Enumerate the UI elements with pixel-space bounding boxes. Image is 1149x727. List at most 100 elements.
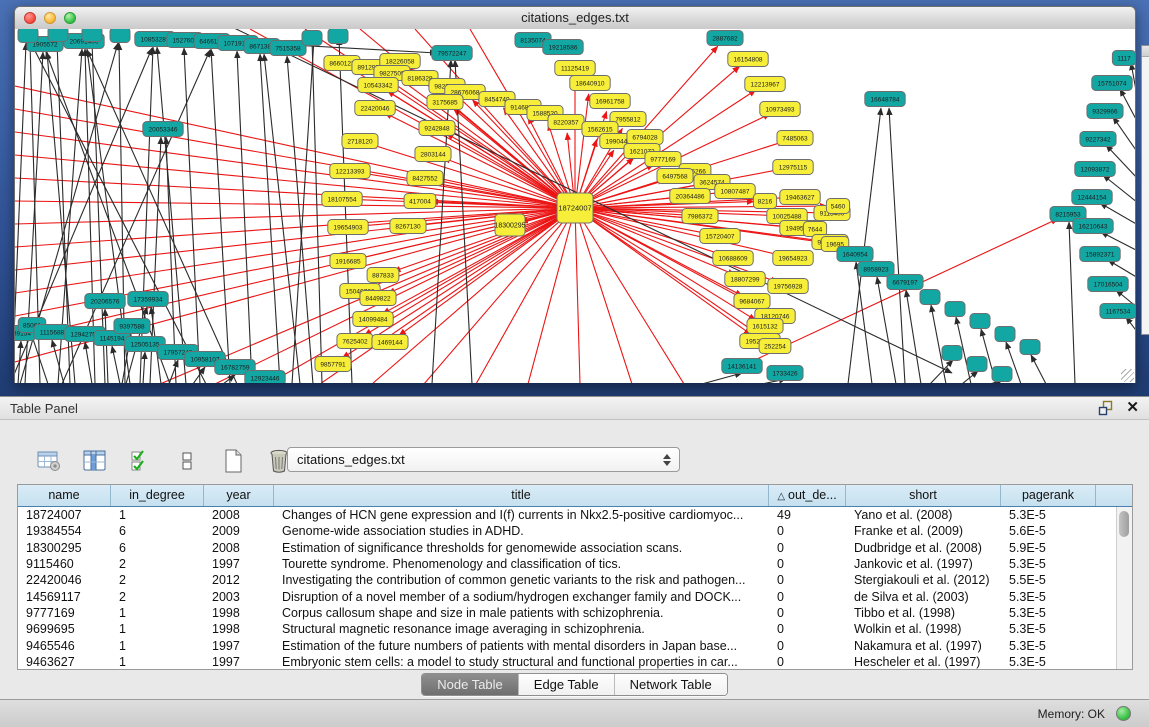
graph-node[interactable]: 1916685 (330, 254, 366, 269)
graph-node[interactable]: 15751074 (1092, 76, 1132, 91)
graph-node[interactable]: 18724007 (557, 193, 593, 223)
graph-node[interactable]: 19218586 (543, 40, 583, 55)
graph-node[interactable]: 8958923 (858, 262, 894, 277)
table-row[interactable]: 911546021997Tourette syndrome. Phenomeno… (18, 556, 1132, 572)
graph-node[interactable]: 12444154 (1072, 190, 1112, 205)
column-header-out_de[interactable]: △out_de... (769, 485, 846, 506)
graph-node[interactable]: 79572247 (432, 46, 472, 61)
graph-node[interactable]: 19463627 (780, 190, 820, 205)
graph-node[interactable]: 2887682 (707, 31, 743, 46)
graph-node[interactable]: 12093872 (1075, 162, 1115, 177)
graph-node[interactable] (920, 290, 940, 305)
graph-node[interactable]: 1469144 (372, 335, 408, 350)
tab-edge-table[interactable]: Edge Table (518, 674, 614, 695)
graph-node[interactable] (970, 314, 990, 329)
graph-node[interactable]: 8267130 (390, 219, 426, 234)
graph-node[interactable]: 5460 (826, 199, 849, 214)
column-header-name[interactable]: name (18, 485, 111, 506)
float-panel-icon[interactable] (1098, 400, 1114, 416)
graph-node[interactable]: 7625402 (337, 334, 373, 349)
new-document-icon[interactable] (220, 448, 246, 474)
vertical-scrollbar[interactable] (1116, 507, 1132, 669)
graph-node[interactable]: 6679197 (887, 275, 923, 290)
graph-node[interactable]: 12213393 (330, 164, 370, 179)
graph-node[interactable]: 14099484 (353, 312, 393, 327)
table-row[interactable]: 969969511998Structural magnetic resonanc… (18, 621, 1132, 637)
graph-node[interactable]: 15720407 (700, 229, 740, 244)
graph-node[interactable]: 6794028 (627, 130, 663, 145)
graph-node[interactable]: 19654903 (328, 220, 368, 235)
column-header-short[interactable]: short (846, 485, 1001, 506)
graph-node[interactable]: 887833 (367, 268, 399, 283)
graph-node[interactable]: 16154808 (728, 52, 768, 67)
column-header-pagerank[interactable]: pagerank (1001, 485, 1096, 506)
window-titlebar[interactable]: citations_edges.txt (15, 7, 1135, 30)
graph-node[interactable]: 1167534 (1100, 304, 1135, 319)
graph-node[interactable]: 9242848 (419, 121, 455, 136)
graph-node[interactable]: 20364486 (670, 189, 710, 204)
graph-node[interactable]: 9857791 (315, 357, 351, 372)
tab-network-table[interactable]: Network Table (614, 674, 727, 695)
graph-node[interactable] (48, 29, 68, 42)
graph-node[interactable]: 1117 (1112, 51, 1135, 66)
graph-node[interactable]: 22420046 (355, 101, 395, 116)
graph-node[interactable]: 10688609 (713, 251, 753, 266)
graph-node[interactable]: 15892371 (1080, 247, 1120, 262)
graph-node[interactable]: 2803144 (415, 147, 451, 162)
row-height-icon[interactable] (174, 448, 200, 474)
window-resize-handle[interactable] (1121, 369, 1134, 382)
table-row[interactable]: 977716911998Corpus callosum shape and si… (18, 605, 1132, 621)
graph-node[interactable]: 1615132 (747, 319, 783, 334)
tab-node-table[interactable]: Node Table (422, 674, 518, 695)
graph-node[interactable]: 8449822 (360, 291, 396, 306)
graph-node[interactable]: 11125419 (555, 61, 595, 76)
graph-node[interactable]: 1733426 (767, 366, 803, 381)
column-header-in_degree[interactable]: in_degree (111, 485, 204, 506)
graph-node[interactable]: 3175685 (427, 95, 463, 110)
graph-node[interactable]: 10807487 (715, 184, 755, 199)
graph-node[interactable]: 18107554 (322, 192, 362, 207)
graph-node[interactable] (995, 327, 1015, 342)
graph-node[interactable]: 20053346 (143, 122, 183, 137)
graph-node[interactable]: 9684067 (734, 294, 770, 309)
close-panel-icon[interactable]: ✕ (1126, 400, 1139, 416)
network-graph-canvas[interactable]: 1872400718300295866012389129541822605898… (15, 29, 1135, 383)
graph-node[interactable] (942, 346, 962, 361)
graph-node[interactable]: 12213967 (745, 77, 785, 92)
graph-node[interactable]: 12975115 (773, 160, 813, 175)
graph-node[interactable]: 18300295 (494, 214, 525, 236)
graph-node[interactable]: 9777169 (645, 152, 681, 167)
graph-node[interactable]: 18640910 (570, 76, 610, 91)
graph-node[interactable]: 8220357 (548, 115, 584, 130)
graph-node[interactable]: 18807299 (725, 272, 765, 287)
graph-node[interactable]: 10543342 (358, 78, 398, 93)
graph-node[interactable]: 20206576 (85, 294, 125, 309)
graph-node[interactable] (18, 29, 38, 43)
graph-node[interactable] (1020, 340, 1040, 355)
graph-node[interactable]: 19654923 (773, 251, 813, 266)
graph-node[interactable] (110, 29, 130, 43)
graph-node[interactable] (945, 302, 965, 317)
graph-node[interactable]: 7485063 (777, 131, 813, 146)
graph-node[interactable]: 14136141 (722, 359, 762, 374)
graph-node[interactable] (302, 31, 322, 46)
graph-node[interactable]: 10973493 (760, 102, 800, 117)
table-row[interactable]: 946554611997Estimation of the future num… (18, 637, 1132, 653)
graph-node[interactable]: 9397588 (114, 319, 150, 334)
table-row[interactable]: 946362711997Embryonic stem cells: a mode… (18, 654, 1132, 670)
graph-node[interactable]: 16210643 (1073, 219, 1113, 234)
graph-node[interactable] (82, 29, 102, 42)
show-columns-icon[interactable] (82, 448, 108, 474)
select-columns-icon[interactable] (128, 448, 154, 474)
minimize-window-button[interactable] (44, 12, 56, 24)
graph-node[interactable]: 9227342 (1080, 132, 1116, 147)
graph-node[interactable]: 6497568 (657, 169, 693, 184)
column-header-title[interactable]: title (274, 485, 769, 506)
table-row[interactable]: 1938455462009Genome-wide association stu… (18, 523, 1132, 539)
table-settings-icon[interactable] (36, 448, 62, 474)
graph-node[interactable]: 252254 (759, 339, 791, 354)
node-attribute-table[interactable]: namein_degreeyeartitle△out_de...shortpag… (17, 484, 1133, 670)
graph-node[interactable]: 16961758 (590, 94, 630, 109)
graph-node[interactable]: 2718120 (342, 134, 378, 149)
graph-node[interactable]: 19756928 (768, 279, 808, 294)
